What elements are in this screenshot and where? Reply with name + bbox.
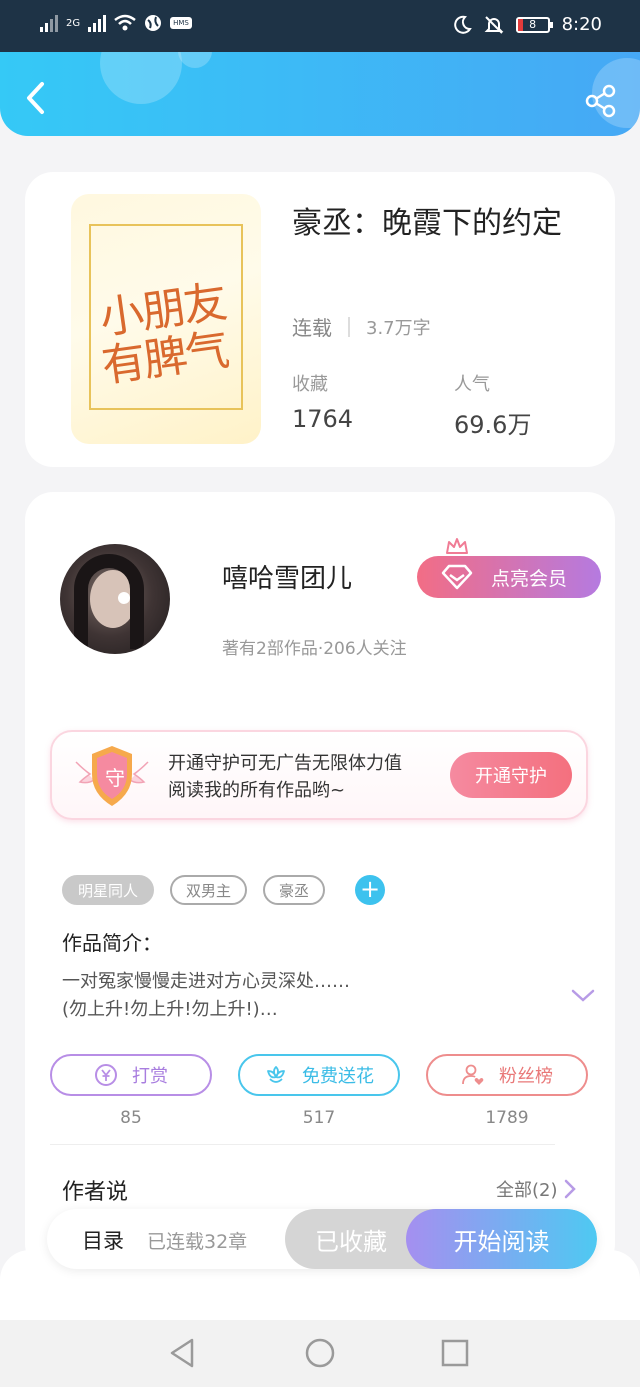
guard-badge-text: 守 [105, 766, 125, 790]
popularity-value: 69.6万 [454, 411, 532, 439]
guard-promo-banner: 守 开通守护可无广告无限体力值 阅读我的所有作品哟~ 开通守护 [50, 730, 588, 820]
flower-icon [267, 1066, 285, 1083]
tag-list: 明星同人 双男主 豪丞 + [62, 875, 386, 905]
nav-back-icon[interactable] [166, 1336, 200, 1370]
battery-level: 8 [529, 17, 537, 31]
add-tag-button[interactable]: + [355, 875, 386, 905]
signal-icon [88, 14, 107, 32]
send-flower-button[interactable]: 免费送花 [238, 1054, 400, 1096]
network-type: 2G [66, 17, 81, 29]
tag-item[interactable]: 双男主 [170, 875, 248, 905]
chevron-right-icon [564, 1179, 576, 1199]
tag-item[interactable]: 明星同人 [62, 875, 155, 905]
signal-off-icon [40, 14, 58, 32]
fans-count: 1789 [485, 1108, 529, 1128]
word-count: 3.7万字 [366, 317, 431, 339]
guard-text-line2: 阅读我的所有作品哟~ [168, 780, 346, 801]
chapter-count: 已连载32章 [147, 1231, 248, 1253]
fans-label: 粉丝榜 [499, 1066, 553, 1087]
user-heart-icon [462, 1064, 484, 1085]
book-status: 连载 [292, 316, 332, 340]
book-cover[interactable]: 小朋友 有脾气 [71, 194, 261, 444]
guard-text-line1: 开通守护可无广告无限体力值 [168, 753, 402, 774]
tip-button[interactable]: 打赏 [50, 1054, 212, 1096]
guard-description: 开通守护可无广告无限体力值 阅读我的所有作品哟~ [168, 750, 402, 804]
vip-button-label: 点亮会员 [491, 567, 568, 590]
intro-text: 一对冤家慢慢走进对方心灵深处…… (勿上升!勿上升!勿上升!)… [62, 968, 542, 1024]
table-of-contents-button[interactable]: 目录 [82, 1225, 124, 1255]
moon-icon [453, 15, 472, 34]
clock: 8:20 [561, 14, 602, 35]
author-says-title: 作者说 [62, 1180, 129, 1205]
author-name[interactable]: 嘻哈雪团儿 [222, 558, 352, 595]
diamond-icon [441, 564, 473, 590]
tip-label: 打赏 [132, 1066, 168, 1087]
flower-label: 免费送花 [302, 1066, 374, 1087]
section-divider [50, 1144, 555, 1145]
author-avatar[interactable] [60, 544, 170, 654]
view-all-link[interactable]: 全部(2) [496, 1176, 576, 1202]
open-guard-button[interactable]: 开通守护 [450, 752, 572, 798]
start-reading-button[interactable]: 开始阅读 [406, 1209, 597, 1269]
intro-line1: 一对冤家慢慢走进对方心灵深处…… [62, 971, 350, 992]
bell-off-icon [484, 15, 503, 34]
fans-ranking-button[interactable]: 粉丝榜 [426, 1054, 588, 1096]
tag-item[interactable]: 豪丞 [263, 875, 326, 905]
share-icon[interactable] [584, 84, 618, 118]
favorites-label: 收藏 [292, 374, 328, 395]
author-stats: 著有2部作品·206人关注 [222, 639, 407, 659]
vip-button[interactable]: 点亮会员 [417, 556, 601, 598]
book-title: 豪丞：晚霞下的约定 [292, 206, 562, 241]
favorites-value: 1764 [292, 405, 354, 433]
status-bar: 2G HMS 8 8:20 [0, 0, 640, 52]
flower-count: 517 [302, 1108, 336, 1128]
avatar-hair [74, 554, 144, 649]
hms-badge: HMS [170, 17, 192, 29]
globe-icon [145, 15, 162, 31]
author-card: 嘻哈雪团儿 著有2部作品·206人关注 点亮会员 守 开通守护可无广告无限体力值… [25, 492, 615, 1272]
popularity-label: 人气 [454, 374, 490, 395]
wifi-icon [114, 14, 136, 31]
avatar-phone [118, 592, 130, 604]
back-icon[interactable] [22, 80, 48, 116]
crown-icon [446, 538, 468, 554]
yuan-coin-icon [95, 1064, 117, 1086]
header-bar [0, 52, 640, 136]
book-info-card: 小朋友 有脾气 豪丞：晚霞下的约定 连载 3.7万字 收藏 1764 人气 69… [25, 172, 615, 467]
system-nav-bar [0, 1320, 640, 1387]
nav-recents-icon[interactable] [438, 1336, 472, 1370]
reading-action-bar: 目录 已连载32章 已收藏 开始阅读 [47, 1209, 597, 1269]
view-all-label: 全部(2) [496, 1180, 558, 1201]
intro-line2: (勿上升!勿上升!勿上升!)… [62, 999, 278, 1020]
meta-divider [348, 316, 350, 337]
tip-count: 85 [120, 1108, 142, 1128]
book-meta: 连载 3.7万字 [292, 312, 431, 341]
intro-title: 作品简介： [62, 931, 162, 955]
chevron-down-icon[interactable] [571, 988, 595, 1004]
nav-home-icon[interactable] [303, 1336, 337, 1370]
battery-icon: 8 [515, 16, 553, 33]
